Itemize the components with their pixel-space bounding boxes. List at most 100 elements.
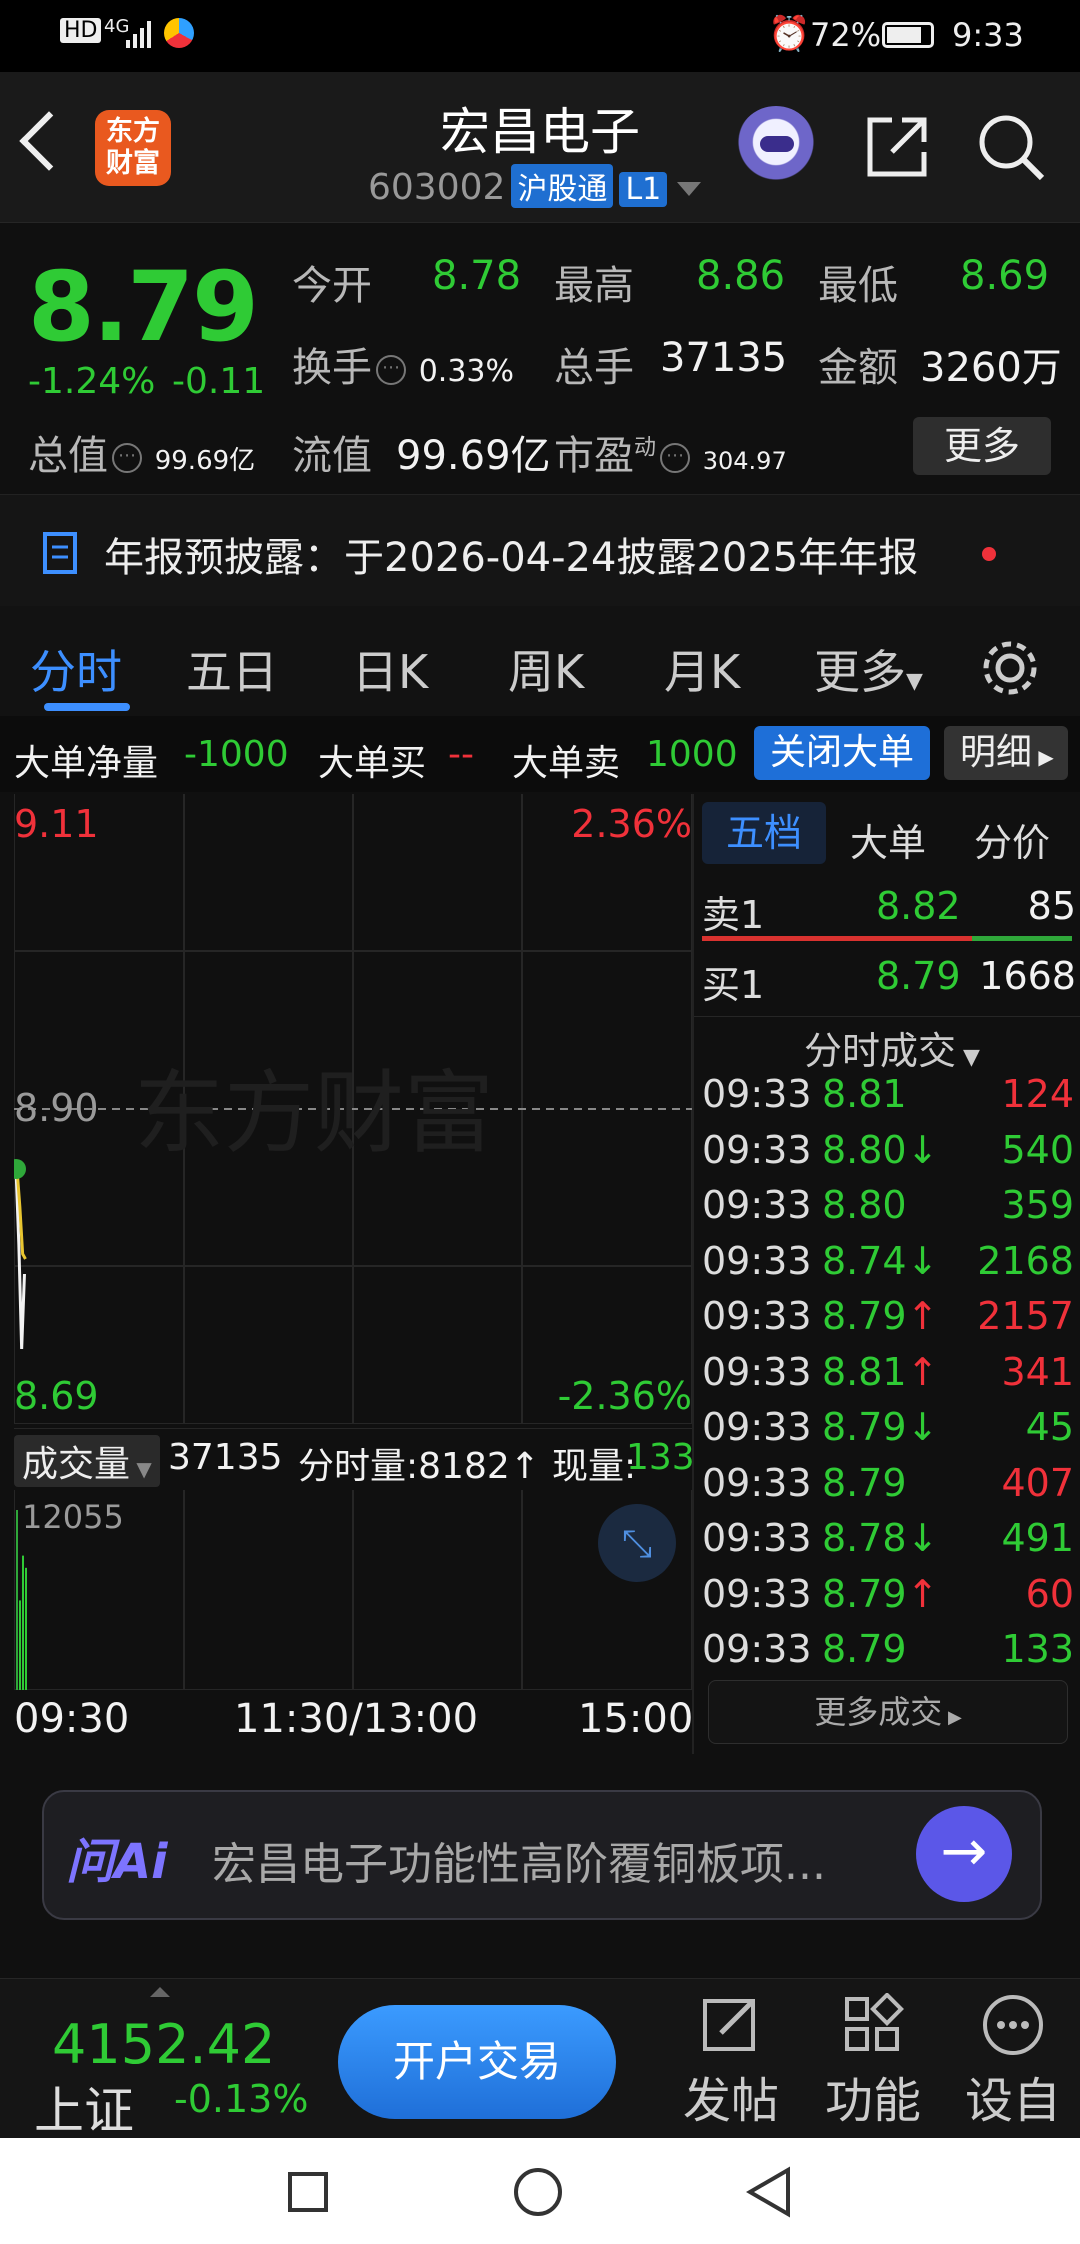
current-price: 8.79	[28, 251, 259, 363]
open-account-trade-button[interactable]: 开户交易	[338, 2005, 616, 2119]
ai-logo: 问Ai	[66, 1834, 168, 1890]
time-axis: 09:30 11:30/13:00 15:00	[0, 1690, 693, 1750]
search-icon[interactable]	[976, 112, 1048, 184]
tab-daily-k[interactable]: 日K	[352, 636, 428, 702]
detail-button[interactable]: 明细 ▶	[944, 726, 1068, 780]
order-book-panel: 五档 大单 分价 卖1 8.82 85 买1 8.79 1668 分时成交 ▼ …	[692, 794, 1080, 1754]
caret-right-icon: ▶	[942, 1707, 962, 1728]
net-value: -1000	[184, 734, 289, 775]
announcement-bar[interactable]: 年报预披露：于2026-04-24披露2025年年报	[0, 494, 1080, 608]
buy1-label: 买1	[702, 963, 765, 1007]
trade-row: 09:33 8.79 407	[702, 1461, 1074, 1516]
volume-bars	[16, 1510, 27, 1690]
sell1-label: 卖1	[702, 893, 765, 937]
settings-gear-icon[interactable]	[980, 638, 1040, 698]
trade-time: 09:33	[702, 1349, 812, 1394]
more-quote-button[interactable]: 更多	[913, 417, 1051, 475]
pct-top-label: 2.36%	[571, 802, 692, 846]
volume-total: 37135	[168, 1437, 283, 1478]
trade-row: 09:33 8.74↓ 2168	[702, 1239, 1074, 1294]
recent-apps-icon[interactable]	[288, 2172, 328, 2212]
expand-icon[interactable]: ⤡	[598, 1504, 676, 1582]
volume-bar	[16, 1510, 18, 1690]
trade-row: 09:33 8.79 133	[702, 1627, 1074, 1682]
trade-volume: 133	[1001, 1627, 1074, 1671]
customize-button[interactable]: 设自	[958, 1993, 1068, 2131]
time-mid: 11:30/13:00	[234, 1696, 479, 1742]
mktcap-row[interactable]: 总值 ⋯ 99.69亿	[28, 423, 255, 481]
index-name[interactable]: 上证	[34, 2071, 134, 2143]
share-icon[interactable]	[862, 112, 932, 182]
watermark: 东方财富	[134, 1064, 494, 1164]
volume-chart[interactable]: 12055 ⤡	[13, 1490, 693, 1691]
price-chart-svg: 东方财富	[6, 794, 693, 1425]
trades-title[interactable]: 分时成交 ▼	[804, 1020, 980, 1075]
trade-row: 09:33 8.79 ↑ 60	[702, 1572, 1074, 1627]
close-big-order-button[interactable]: 关闭大单	[754, 726, 930, 780]
app-notification-icon	[164, 18, 194, 48]
back-nav-icon[interactable]	[744, 2166, 794, 2218]
trade-price: 8.81	[822, 1072, 907, 1116]
pe-row[interactable]: 市盈动 ⋯ 304.97	[554, 423, 787, 481]
low-label: 最低	[818, 263, 898, 309]
index-change: -0.13%	[174, 2077, 309, 2121]
announcement-text: 年报预披露：于2026-04-24披露2025年年报	[104, 535, 919, 581]
hd-icon: HD	[60, 18, 102, 43]
function-button[interactable]: 功能	[818, 1992, 928, 2131]
tab-intraday[interactable]: 分时	[30, 636, 122, 702]
intraday-chart[interactable]: 东方财富 9.11 8.90 8.69 2.36% -2.36%	[6, 794, 693, 1425]
trade-time: 09:33	[702, 1627, 812, 1671]
home-icon[interactable]	[514, 2168, 562, 2216]
volume-bar	[22, 1555, 24, 1690]
tab-five-level[interactable]: 五档	[702, 802, 826, 864]
trade-price: 8.79	[822, 1460, 907, 1505]
stock-code-row[interactable]: 603002 沪股通 L1	[368, 164, 702, 208]
caret-right-icon: ▶	[1032, 745, 1054, 769]
low-value: 8.69	[960, 253, 1050, 299]
post-button[interactable]: 发帖	[676, 1993, 786, 2131]
sell-label: 大单卖	[512, 743, 621, 784]
trade-row: 09:33 8.81 124	[702, 1072, 1074, 1127]
back-arrow-icon[interactable]	[19, 111, 79, 171]
trade-volume: 60	[1025, 1571, 1074, 1616]
time-start: 09:30	[14, 1696, 130, 1742]
battery-percent: 72%	[810, 16, 882, 54]
trade-price: 8.79↓	[822, 1405, 939, 1449]
trade-time: 09:33	[702, 1072, 812, 1116]
high-label: 最高	[554, 263, 634, 309]
volume-value: 37135	[660, 335, 788, 381]
stock-name: 宏昌电子	[440, 103, 640, 161]
tab-weekly-k[interactable]: 周K	[508, 636, 584, 702]
more-trades-button[interactable]: 更多成交 ▶	[708, 1680, 1068, 1744]
trade-time: 09:33	[702, 1516, 812, 1560]
turnover-row[interactable]: 换手 ⋯ 0.33%	[292, 335, 514, 393]
trade-time: 09:33	[702, 1460, 812, 1505]
info-icon: ⋯	[376, 355, 406, 385]
trade-volume: 45	[1025, 1405, 1074, 1449]
tab-monthly-k[interactable]: 月K	[664, 636, 740, 702]
trade-price: 8.80	[822, 1183, 907, 1227]
edit-icon	[703, 1999, 755, 2051]
more-dots-icon	[983, 1995, 1043, 2055]
tab-price-dist[interactable]: 分价	[974, 812, 1050, 867]
bottom-toolbar: 4152.42 上证 -0.13% 开户交易 发帖 功能 设自	[0, 1978, 1080, 2140]
trade-time: 09:33	[702, 1183, 812, 1227]
trade-price: 8.74↓	[822, 1238, 939, 1283]
sell1-price: 8.82	[876, 884, 961, 928]
tab-more[interactable]: 更多▼	[814, 636, 923, 702]
signal-icon	[126, 21, 151, 48]
trade-time: 09:33	[702, 1238, 812, 1283]
float-value: 99.69亿	[396, 433, 551, 479]
tab-big-order[interactable]: 大单	[850, 812, 926, 867]
volume-bar	[19, 1600, 21, 1690]
trade-row: 09:33 8.80 359	[702, 1183, 1074, 1238]
volume-selector[interactable]: 成交量 ▼	[14, 1435, 160, 1487]
trade-volume: 491	[1001, 1516, 1074, 1560]
app-logo[interactable]: 东方财富	[95, 110, 171, 186]
trade-price: 8.81 ↑	[822, 1349, 939, 1394]
tab-five-day[interactable]: 五日	[186, 636, 278, 702]
arrow-right-icon[interactable]: →	[916, 1806, 1012, 1902]
open-value: 8.78	[432, 253, 522, 299]
ai-ask-bar[interactable]: 问Ai 宏昌电子功能性高阶覆铜板项... →	[42, 1790, 1042, 1920]
index-value[interactable]: 4152.42	[52, 2013, 275, 2076]
